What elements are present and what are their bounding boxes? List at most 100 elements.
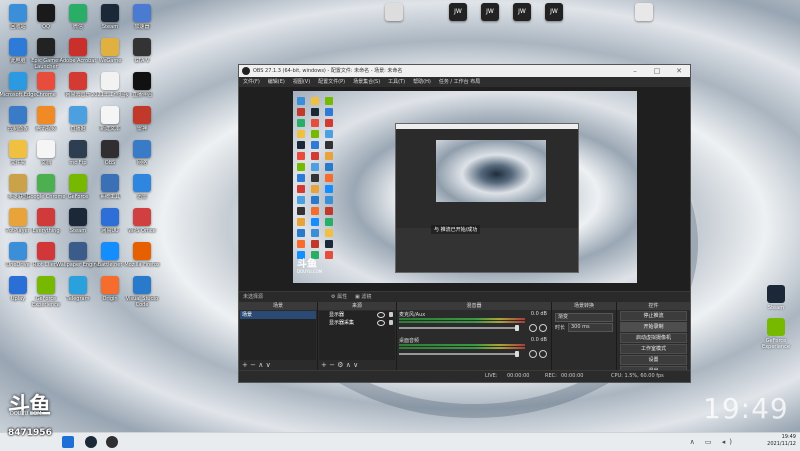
volume-slider[interactable] [399, 353, 519, 355]
menu-item[interactable]: 场景集合(S) [353, 77, 380, 87]
move-down-icon[interactable]: ∨ [266, 361, 271, 369]
obs-titlebar[interactable]: OBS 27.1.3 (64-bit, windows) - 配置文件: 未命名… [239, 65, 690, 77]
menu-item[interactable]: 编辑(E) [268, 77, 285, 87]
desktop-icon[interactable]: Visual Studio Code [120, 276, 164, 308]
desktop-icon[interactable]: 迅雷 [120, 174, 164, 206]
desktop-icon-label: Mozilla Firefox [124, 262, 160, 268]
live-time: 00:00:00 [507, 373, 530, 379]
visibility-icon[interactable] [377, 320, 385, 326]
desktop-icon[interactable]: Mozilla Firefox [120, 242, 164, 274]
menu-item[interactable]: 工具(T) [388, 77, 405, 87]
app-icon: JW [545, 3, 563, 21]
preview-icon [325, 141, 333, 149]
desktop-icon[interactable] [622, 3, 666, 23]
level-meter [399, 344, 525, 346]
desktop-icon[interactable]: 雷神 [120, 106, 164, 138]
add-source-icon[interactable]: + [321, 361, 327, 369]
speaker-icon[interactable] [529, 324, 537, 332]
live-label: LIVE: [485, 373, 498, 379]
move-down-icon[interactable]: ∨ [353, 361, 358, 369]
source-item-label: 显示器 [329, 312, 345, 318]
desktop-icon[interactable] [372, 3, 416, 23]
preview-icon [297, 185, 305, 193]
desktop-icon[interactable]: JW [532, 3, 576, 23]
scene-item[interactable]: 场景 [240, 311, 316, 319]
gear-icon[interactable] [539, 350, 547, 358]
obs-menubar: 文件(F) 编辑(E) 视图(V) 配置文件(P) 场景集合(S) 工具(T) 帮助(H) 任… [239, 77, 690, 87]
menu-item[interactable]: 配置文件(P) [318, 77, 345, 87]
system-tray[interactable]: ∧ ▭ ◂) [690, 438, 736, 446]
remove-scene-icon[interactable]: − [250, 361, 256, 369]
stream-preview[interactable]: 与 推流已开始/成功 斗鱼 DOUYU.COM [293, 91, 637, 283]
gear-icon[interactable] [539, 324, 547, 332]
mixer-track-desktop: 桌面音频 0.0 dB [397, 336, 551, 362]
scenes-list[interactable]: 场景 [240, 311, 316, 360]
properties-button[interactable]: ⚙ 属性 [331, 292, 347, 302]
filters-button[interactable]: ▣ 滤镜 [355, 292, 371, 302]
desktop-icon-label: 直播伴侣 [131, 92, 152, 98]
desktop-icon-label: Visual Studio Code [125, 296, 159, 308]
steam-icon[interactable] [85, 436, 97, 448]
preview-desktop-icons [325, 97, 333, 262]
app-icon [133, 72, 151, 90]
desktop-icon[interactable]: 直播伴侣 [120, 72, 164, 104]
transition-select[interactable]: 渐变 [555, 313, 613, 322]
desktop-icon[interactable]: GTA V [120, 38, 164, 70]
obs-window[interactable]: OBS 27.1.3 (64-bit, windows) - 配置文件: 未命名… [238, 64, 691, 383]
preview-icon [311, 240, 319, 248]
menu-item[interactable]: 任务 / 工作台 布局 [439, 77, 480, 87]
source-item[interactable]: 显示器采集 [319, 319, 395, 327]
close-icon[interactable]: ✕ [668, 65, 690, 77]
windows-start-icon[interactable] [62, 436, 74, 448]
desktop-icon[interactable]: WPS Office [120, 208, 164, 240]
preview-icon [325, 240, 333, 248]
lock-icon[interactable] [389, 312, 393, 317]
preview-desktop-icons [297, 97, 305, 262]
obs-docks: 场景 场景 + − ∧ ∨ 来源 显示器 显示器采集 + − ⚙ ∧ ∨ 混音器… [239, 302, 690, 376]
speaker-icon[interactable] [529, 350, 537, 358]
lock-icon[interactable] [389, 320, 393, 325]
transition-type: 渐变 [558, 314, 569, 320]
add-scene-icon[interactable]: + [242, 361, 248, 369]
preview-icon [325, 108, 333, 116]
nested-docks [396, 228, 578, 272]
sources-dock-title: 来源 [318, 302, 396, 310]
duration-field[interactable]: 300 ms [568, 323, 613, 332]
app-icon [101, 72, 119, 90]
preview-icon [311, 108, 319, 116]
obs-icon[interactable] [106, 436, 118, 448]
control-button[interactable]: 启动虚拟摄像机 [620, 333, 687, 343]
volume-knob[interactable] [515, 325, 519, 331]
level-meter [399, 321, 525, 323]
control-button[interactable]: 开始录制 [620, 322, 687, 332]
minimize-icon[interactable]: – [624, 65, 646, 77]
app-icon: JW [513, 3, 531, 21]
move-up-icon[interactable]: ∧ [258, 361, 263, 369]
taskbar-clock[interactable]: 19:49 2021/11/12 [767, 434, 796, 448]
app-icon [385, 3, 403, 21]
rec-time: 00:00:00 [561, 373, 584, 379]
menu-item[interactable]: 文件(F) [243, 77, 260, 87]
move-up-icon[interactable]: ∧ [346, 361, 351, 369]
desktop-icon-steam-right[interactable]: Steam [756, 285, 796, 311]
volume-knob[interactable] [515, 351, 519, 357]
desktop-icon[interactable]: 网络 [120, 140, 164, 172]
control-button[interactable]: 停止推流 [620, 311, 687, 321]
visibility-icon[interactable] [377, 312, 385, 318]
app-icon [37, 242, 55, 260]
menu-item[interactable]: 视图(V) [293, 77, 310, 87]
source-item[interactable]: 显示器 [319, 311, 395, 319]
app-icon [101, 174, 119, 192]
remove-source-icon[interactable]: − [329, 361, 335, 369]
control-button[interactable]: 设置 [620, 355, 687, 365]
app-icon [133, 106, 151, 124]
desktop-icon-geforce-right[interactable]: GeForce Experience [756, 318, 796, 350]
sources-list[interactable]: 显示器 显示器采集 [319, 311, 395, 360]
menu-item[interactable]: 帮助(H) [413, 77, 431, 87]
desktop-icon[interactable]: 加速器 [120, 4, 164, 36]
maximize-icon[interactable]: □ [646, 65, 668, 77]
volume-slider[interactable] [399, 327, 519, 329]
control-button[interactable]: 工作室模式 [620, 344, 687, 354]
app-icon [133, 208, 151, 226]
source-properties-icon[interactable]: ⚙ [337, 361, 343, 369]
